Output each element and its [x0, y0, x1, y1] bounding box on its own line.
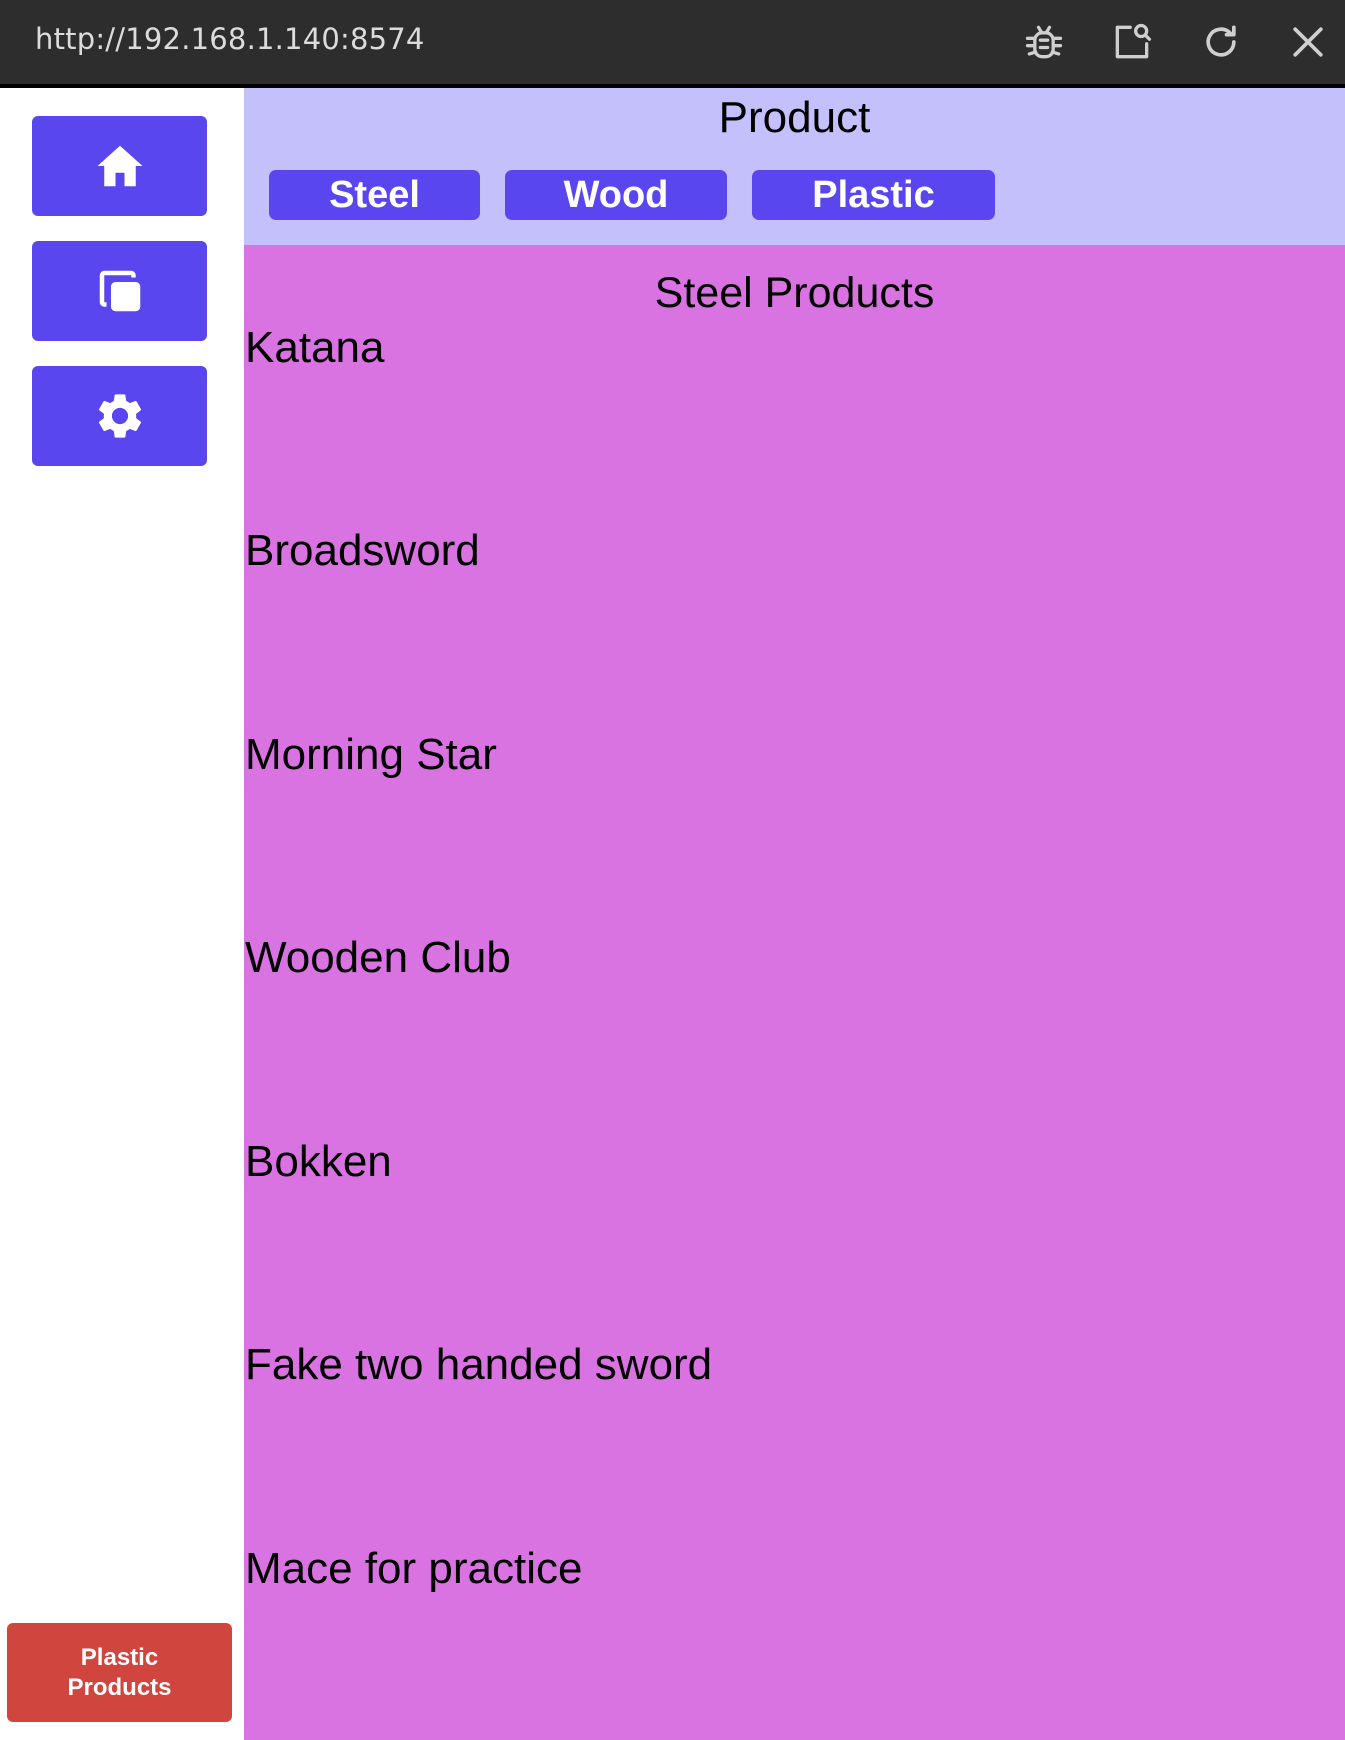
product-list-panel: Steel Products Katana Broadsword Morning… — [244, 245, 1345, 1740]
toast-label: Plastic Products — [67, 1643, 172, 1701]
copy-icon — [99, 270, 140, 312]
page-title: Product — [718, 93, 871, 142]
product-header: Product Steel Wood Plastic — [244, 88, 1345, 245]
inspect-icon[interactable] — [1108, 18, 1156, 66]
list-item[interactable]: Bokken — [245, 1137, 392, 1187]
close-icon[interactable] — [1284, 18, 1332, 66]
home-icon — [97, 145, 142, 187]
list-item[interactable]: Wooden Club — [245, 933, 511, 983]
home-button[interactable] — [32, 116, 207, 216]
tab-plastic[interactable]: Plastic — [752, 170, 995, 220]
tab-steel[interactable]: Steel — [269, 170, 480, 220]
list-item[interactable]: Katana — [245, 323, 384, 373]
copy-button[interactable] — [32, 241, 207, 341]
toast-notification: Plastic Products — [7, 1623, 232, 1722]
settings-button[interactable] — [32, 366, 207, 466]
sidebar: Plastic Products — [0, 88, 244, 1740]
url-text: http://192.168.1.140:8574 — [35, 22, 425, 56]
list-item[interactable]: Fake two handed sword — [245, 1340, 712, 1390]
refresh-icon[interactable] — [1197, 18, 1245, 66]
list-item[interactable]: Broadsword — [245, 526, 480, 576]
bug-icon[interactable] — [1020, 18, 1068, 66]
section-title: Steel Products — [654, 269, 935, 317]
tab-wood[interactable]: Wood — [505, 170, 727, 220]
window-titlebar: http://192.168.1.140:8574 — [0, 0, 1345, 88]
list-item[interactable]: Mace for practice — [245, 1544, 582, 1594]
settings-icon — [98, 394, 141, 438]
list-item[interactable]: Morning Star — [245, 730, 497, 780]
